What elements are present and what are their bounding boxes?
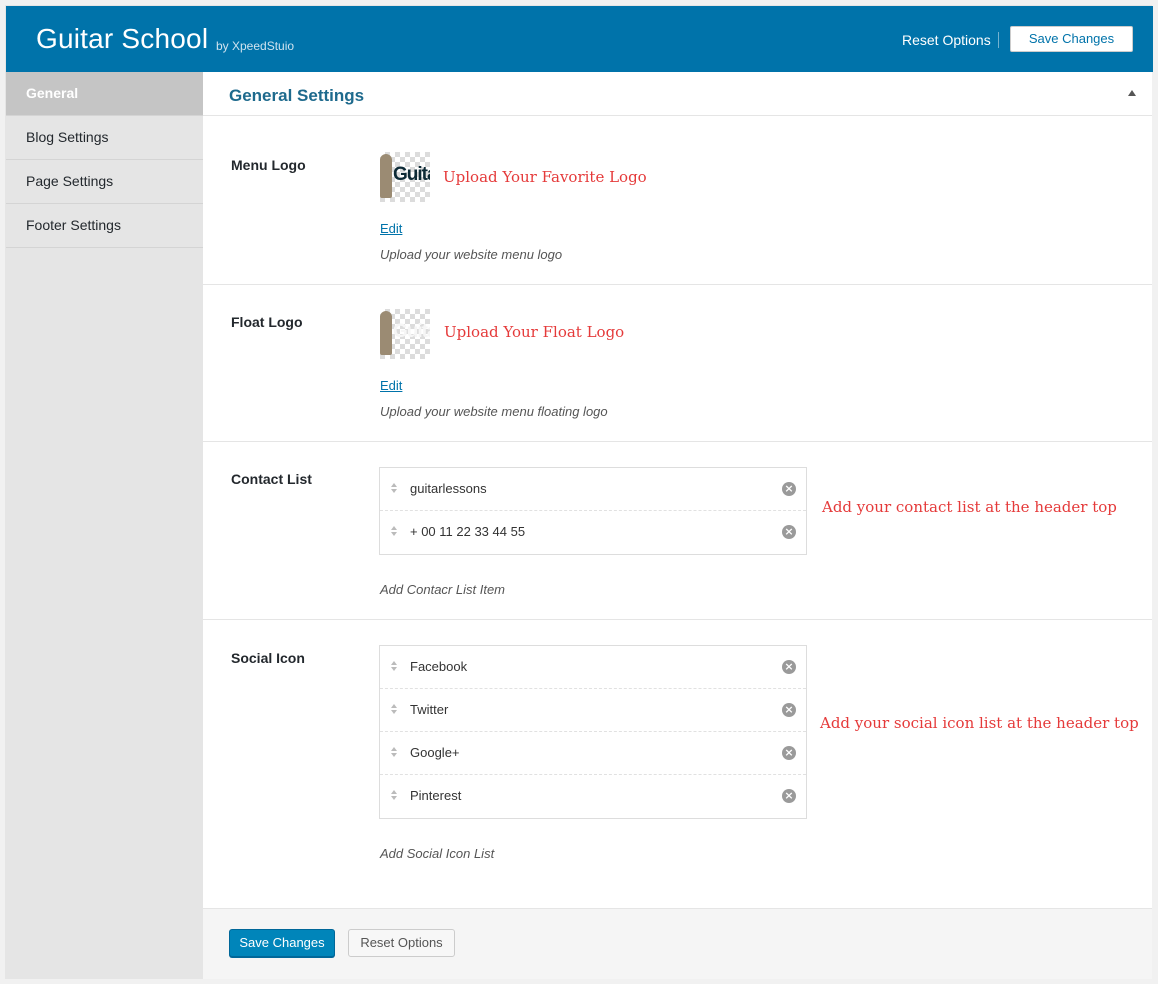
list-item: guitarlessons × <box>380 468 806 511</box>
add-social-icon-item[interactable]: Add Social Icon List <box>380 846 494 861</box>
drag-handle-icon[interactable] <box>391 526 398 538</box>
logo-figure-icon <box>380 311 392 355</box>
list-item-text[interactable]: + 00 11 22 33 44 55 <box>410 524 525 539</box>
drag-handle-icon[interactable] <box>391 790 398 802</box>
theme-author: by XpeedStuio <box>216 39 295 53</box>
float-logo-annotation: Upload Your Float Logo <box>444 323 625 341</box>
list-item-text[interactable]: Twitter <box>410 702 448 717</box>
sidebar-item-general[interactable]: General <box>6 72 203 116</box>
contact-list-box: guitarlessons × + 00 11 22 33 44 55 × <box>379 467 807 555</box>
float-logo-row: Float Logo Guitar Upload Your Float Logo… <box>203 285 1152 442</box>
logo-figure-icon <box>380 154 392 198</box>
remove-icon[interactable]: × <box>782 482 796 496</box>
float-logo-description: Upload your website menu floating logo <box>380 404 608 419</box>
section-header[interactable]: General Settings <box>203 72 1152 116</box>
remove-icon[interactable]: × <box>782 660 796 674</box>
contact-list-label: Contact List <box>231 471 312 487</box>
social-icon-list-box: Facebook × Twitter × Google+ × Pinterest… <box>379 645 807 819</box>
remove-icon[interactable]: × <box>782 525 796 539</box>
options-panel: Guitar School by XpeedStuio Reset Option… <box>5 5 1153 979</box>
settings-content: General Settings Menu Logo Guitar Upload… <box>203 72 1152 979</box>
settings-sidebar: General Blog Settings Page Settings Foot… <box>6 72 203 979</box>
save-changes-button[interactable]: Save Changes <box>229 929 335 957</box>
logo-wordmark: Guitar <box>393 164 430 185</box>
list-item: Facebook × <box>380 646 806 689</box>
menu-logo-label: Menu Logo <box>231 157 306 173</box>
menu-logo-annotation: Upload Your Favorite Logo <box>443 168 647 186</box>
options-footer: Save Changes Reset Options <box>203 908 1152 979</box>
contact-list-row: Contact List guitarlessons × + 00 11 22 … <box>203 442 1152 620</box>
collapse-arrow-icon[interactable] <box>1128 90 1136 96</box>
save-changes-button-top[interactable]: Save Changes <box>1010 26 1133 52</box>
list-item-text[interactable]: Facebook <box>410 659 467 674</box>
section-title: General Settings <box>229 86 365 105</box>
logo-wordmark: Guitar <box>393 321 430 342</box>
list-item: Google+ × <box>380 732 806 775</box>
remove-icon[interactable]: × <box>782 789 796 803</box>
contact-list-annotation: Add your contact list at the header top <box>822 498 1117 516</box>
float-logo-thumbnail[interactable]: Guitar <box>380 309 430 359</box>
float-logo-label: Float Logo <box>231 314 303 330</box>
social-icon-row: Social Icon Facebook × Twitter × Google+… <box>203 620 1152 908</box>
list-item-text[interactable]: Google+ <box>410 745 460 760</box>
sidebar-item-blog-settings[interactable]: Blog Settings <box>6 116 203 160</box>
drag-handle-icon[interactable] <box>391 661 398 673</box>
drag-handle-icon[interactable] <box>391 747 398 759</box>
list-item-text[interactable]: Pinterest <box>410 788 461 803</box>
menu-logo-thumbnail[interactable]: Guitar <box>380 152 430 202</box>
options-header: Guitar School by XpeedStuio Reset Option… <box>6 6 1153 72</box>
theme-title: Guitar School <box>36 23 209 54</box>
add-contact-list-item[interactable]: Add Contacr List Item <box>380 582 505 597</box>
social-icon-annotation: Add your social icon list at the header … <box>820 714 1139 732</box>
list-item: Twitter × <box>380 689 806 732</box>
remove-icon[interactable]: × <box>782 703 796 717</box>
list-item: + 00 11 22 33 44 55 × <box>380 511 806 554</box>
social-icon-label: Social Icon <box>231 650 305 666</box>
sidebar-item-page-settings[interactable]: Page Settings <box>6 160 203 204</box>
menu-logo-description: Upload your website menu logo <box>380 247 563 262</box>
reset-options-link[interactable]: Reset Options <box>902 32 991 48</box>
list-item-text[interactable]: guitarlessons <box>410 481 487 496</box>
sidebar-item-footer-settings[interactable]: Footer Settings <box>6 204 203 248</box>
reset-options-button[interactable]: Reset Options <box>348 929 455 957</box>
header-separator <box>998 32 999 48</box>
drag-handle-icon[interactable] <box>391 704 398 716</box>
remove-icon[interactable]: × <box>782 746 796 760</box>
list-item: Pinterest × <box>380 775 806 818</box>
menu-logo-row: Menu Logo Guitar Upload Your Favorite Lo… <box>203 116 1152 285</box>
float-logo-edit-link[interactable]: Edit <box>380 378 402 393</box>
drag-handle-icon[interactable] <box>391 483 398 495</box>
menu-logo-edit-link[interactable]: Edit <box>380 221 402 236</box>
